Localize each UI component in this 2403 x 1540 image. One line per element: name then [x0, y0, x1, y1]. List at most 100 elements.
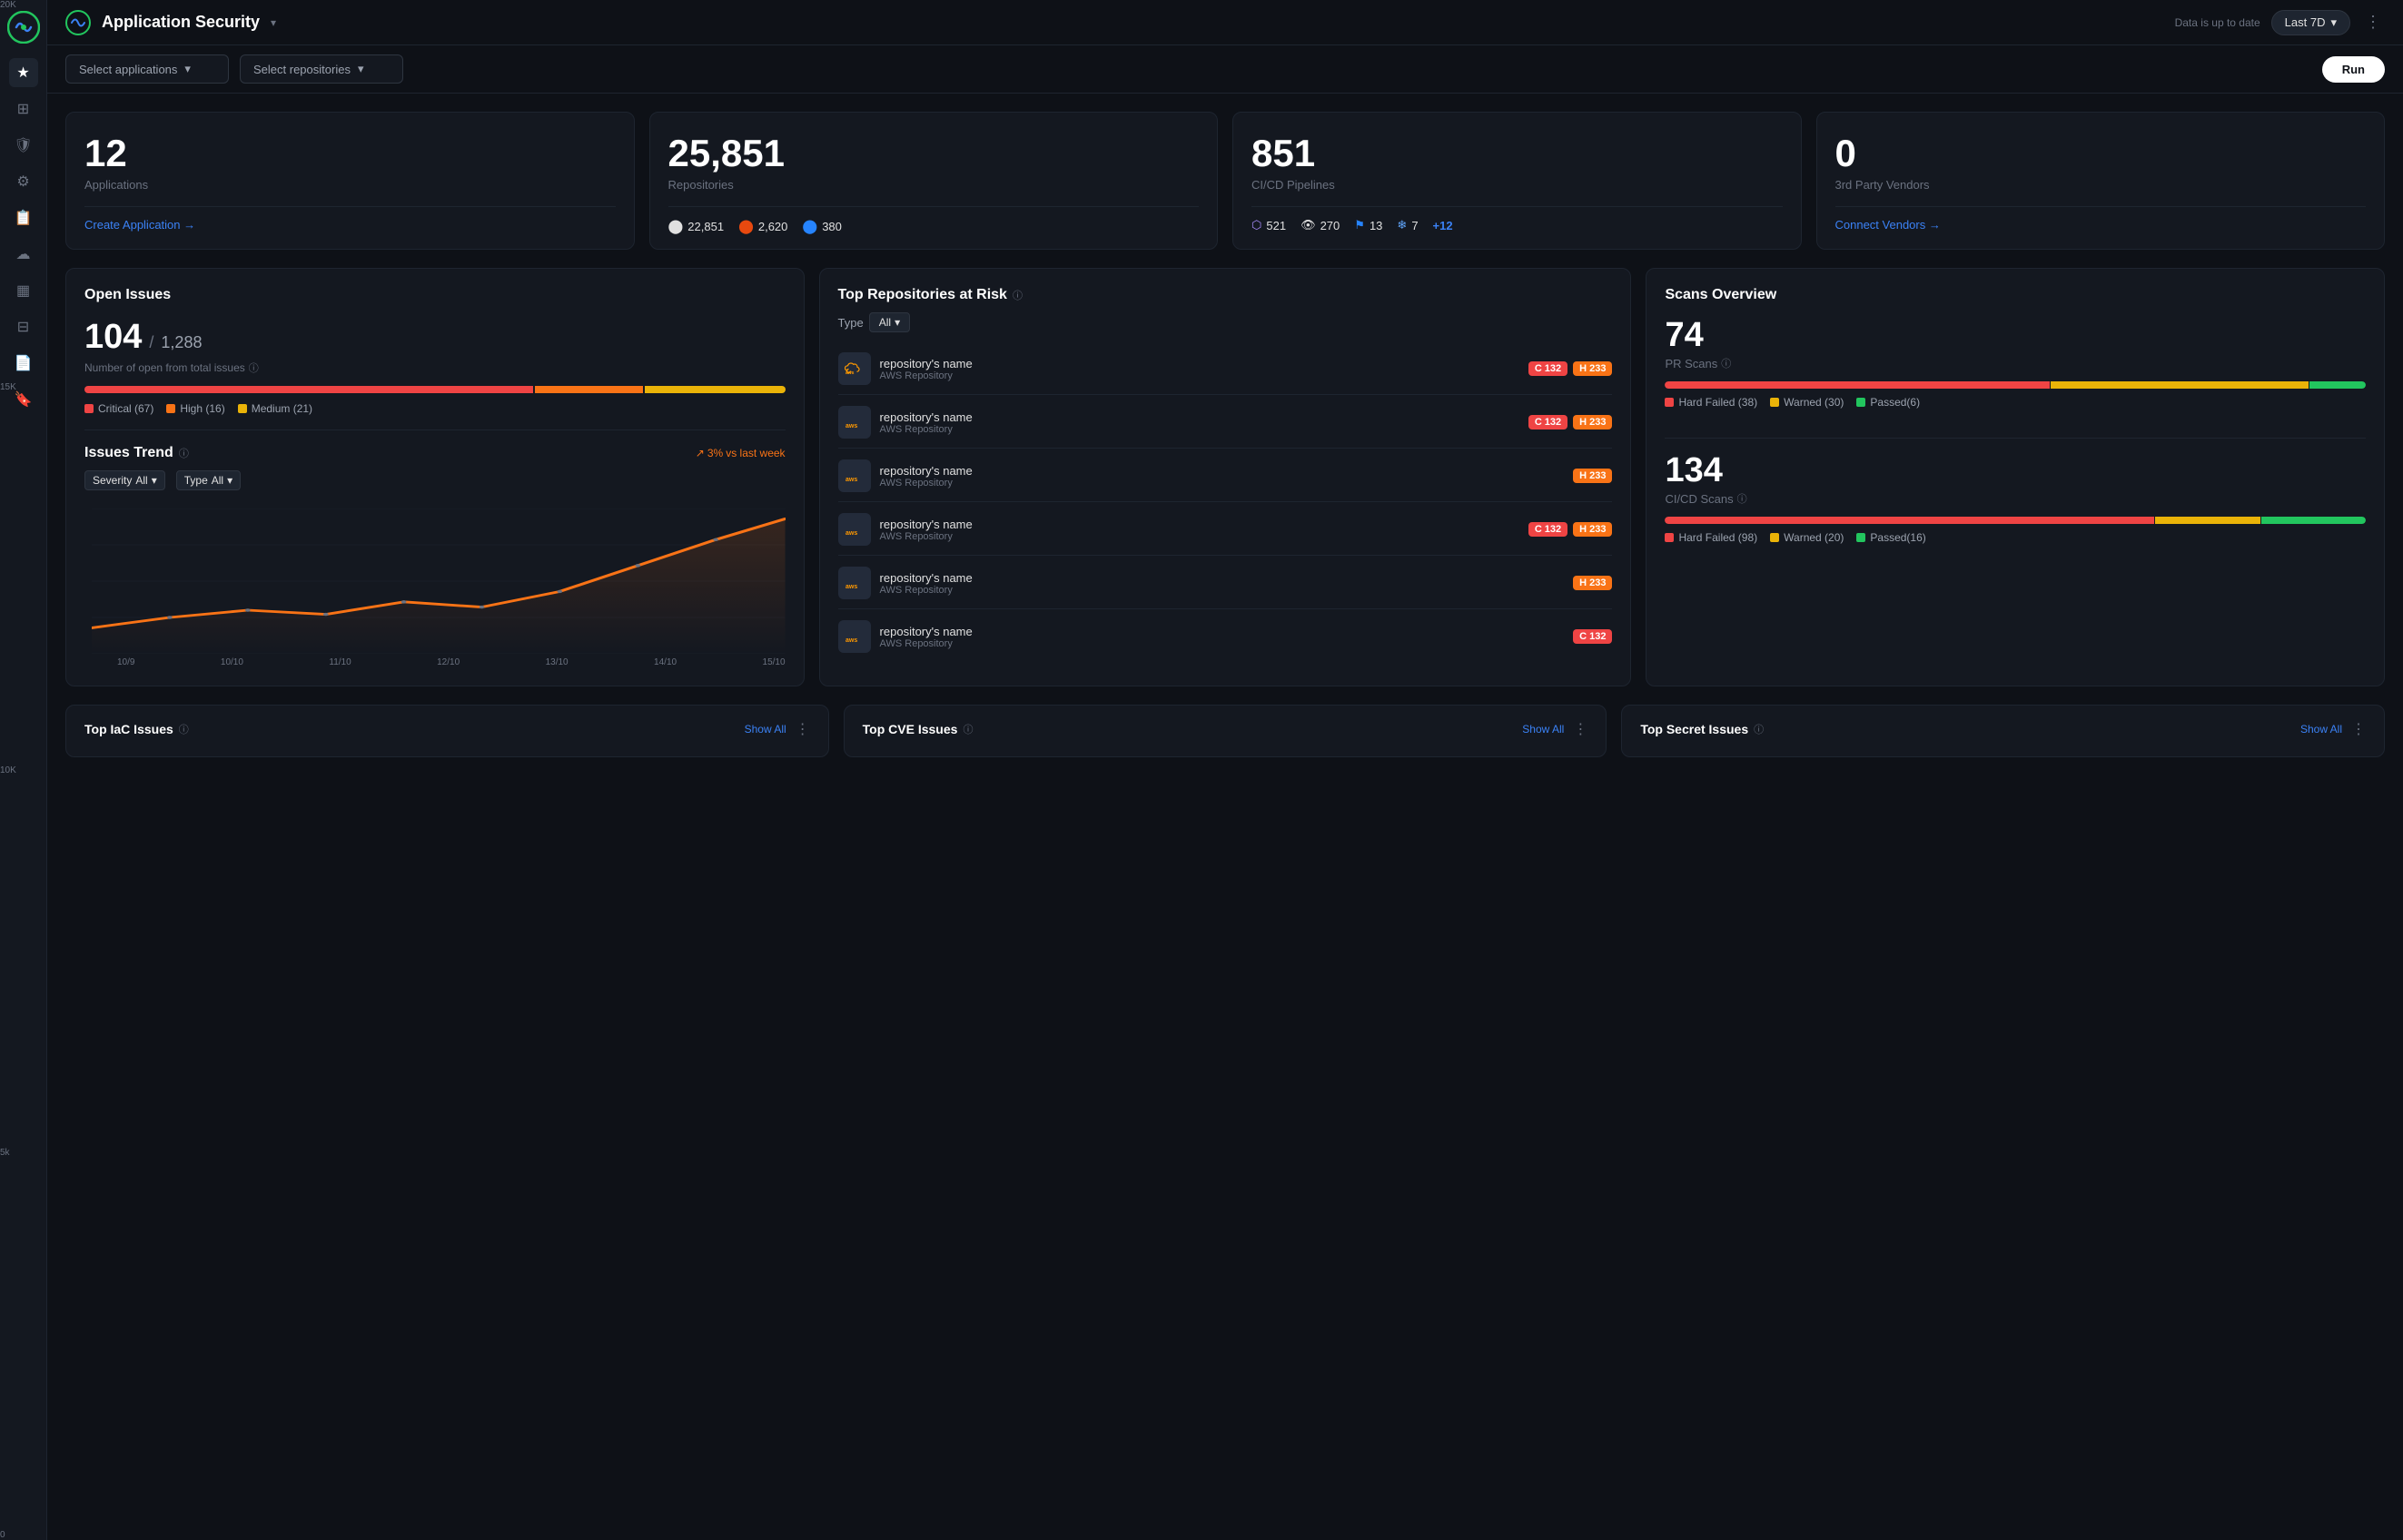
repos-info-icon[interactable]: ⓘ: [1013, 288, 1023, 302]
repos-type-filter: Type All ▾: [838, 312, 1613, 332]
secret-info-icon[interactable]: ⓘ: [1754, 722, 1764, 736]
issues-total: 1,288: [161, 333, 202, 352]
trend-header: Issues Trend ⓘ ↗ 3% vs last week: [84, 445, 786, 461]
repositories-stat-card: 25,851 Repositories ⬤ 22,851 ⬤ 2,620 ⬤ 3…: [649, 112, 1219, 250]
repo-type: AWS Repository: [880, 585, 1565, 596]
applications-label: Applications: [84, 178, 616, 192]
chart-body: 10/9 10/10 11/10 12/10 13/10 14/10 15/10: [84, 501, 786, 667]
header: Application Security ▾ Data is up to dat…: [47, 0, 2403, 45]
pr-label: PR Scans ⓘ: [1665, 356, 2366, 370]
trend-arrow-icon: ↗: [696, 447, 705, 459]
repos-chevron-icon: ▾: [358, 62, 364, 76]
svg-text:aws: aws: [846, 584, 857, 589]
aws-logo: aws: [838, 459, 871, 492]
cicd-snowflake: ❄ 7: [1397, 218, 1418, 232]
dot-passed: [1856, 533, 1865, 542]
title-chevron-icon[interactable]: ▾: [271, 16, 276, 29]
cicd-passed: Passed(16): [1856, 531, 1925, 544]
cicd-count: 851: [1251, 134, 1783, 173]
svg-text:aws: aws: [846, 423, 857, 429]
open-issues-count: 104: [84, 318, 142, 357]
scans-overview-card: Scans Overview 74 PR Scans ⓘ: [1646, 268, 2385, 686]
repo-badges: C 132 H 233: [1528, 522, 1613, 537]
secret-more-icon[interactable]: ⋮: [2351, 720, 2366, 738]
secret-show-all-link[interactable]: Show All: [2300, 723, 2342, 735]
pr-info-icon[interactable]: ⓘ: [1721, 356, 1731, 370]
iac-info-icon[interactable]: ⓘ: [179, 722, 189, 736]
cve-info-icon[interactable]: ⓘ: [963, 722, 973, 736]
repo-info: repository's name AWS Repository: [880, 464, 1565, 489]
table-row: aws repository's name AWS Repository C 1…: [838, 343, 1613, 395]
cicd-plus: +12: [1433, 218, 1453, 232]
mid-section: Open Issues 104 / 1,288 Number of open f…: [65, 268, 2385, 686]
badge-high: H 233: [1573, 469, 1612, 483]
trend-title: Issues Trend: [84, 445, 173, 461]
applications-count: 12: [84, 134, 616, 173]
cicd-eye: 👁 270: [1300, 218, 1340, 232]
aws-logo: aws: [838, 620, 871, 653]
pr-bar: [1665, 381, 2366, 389]
repos-type-btn[interactable]: All ▾: [869, 312, 910, 332]
iac-more-icon[interactable]: ⋮: [796, 720, 810, 738]
severity-bar: [84, 386, 786, 393]
page-title: Application Security: [102, 13, 260, 32]
secret-card-header: Top Secret Issues ⓘ Show All ⋮: [1640, 720, 2366, 738]
cicd-flag: ⚑ 13: [1354, 218, 1382, 232]
bar-high: [535, 386, 642, 393]
stats-row: 12 Applications Create Application → 25,…: [65, 112, 2385, 250]
aws-logo: aws: [838, 406, 871, 439]
dot-critical: [84, 404, 94, 413]
issues-divider: /: [149, 333, 153, 352]
create-application-link[interactable]: Create Application →: [84, 218, 616, 232]
pr-bar-passed: [2309, 381, 2366, 389]
pr-count: 74: [1665, 318, 2366, 352]
select-applications-dropdown[interactable]: Select applications ▾: [65, 54, 229, 84]
table-row: aws repository's name AWS Repository H 2…: [838, 450, 1613, 502]
bitbucket-count: ⬤ 380: [802, 218, 842, 234]
severity-filter[interactable]: Severity All ▾: [84, 470, 165, 490]
select-repos-label: Select repositories: [253, 63, 351, 76]
issues-desc: Number of open from total issues ⓘ: [84, 360, 786, 375]
plus-icon: +12: [1433, 219, 1453, 232]
type-filter[interactable]: Type All ▾: [176, 470, 241, 490]
flag-icon: ⚑: [1354, 218, 1365, 232]
trend-badge: ↗ 3% vs last week: [696, 447, 786, 459]
top-repos-title: Top Repositories at Risk: [838, 287, 1007, 303]
vendors-count: 0: [1835, 134, 2367, 173]
pr-bar-failed: [1665, 381, 2049, 389]
iac-show-all-link[interactable]: Show All: [745, 723, 786, 735]
pr-passed: Passed(6): [1856, 396, 1920, 409]
aws-logo: aws: [838, 513, 871, 546]
gitlab-icon: ⬤: [738, 218, 754, 234]
iac-card-header: Top IaC Issues ⓘ Show All ⋮: [84, 720, 810, 738]
badge-critical: C 132: [1528, 522, 1567, 537]
cve-show-all-link[interactable]: Show All: [1522, 723, 1564, 735]
select-apps-label: Select applications: [79, 63, 177, 76]
scans-title: Scans Overview: [1665, 287, 2366, 303]
time-chevron-icon: ▾: [2330, 15, 2337, 30]
repo-info: repository's name AWS Repository: [880, 518, 1519, 542]
repo-name: repository's name: [880, 410, 1519, 424]
applications-stat-card: 12 Applications Create Application →: [65, 112, 635, 250]
trend-info-icon[interactable]: ⓘ: [179, 446, 189, 460]
repo-badges: H 233: [1573, 469, 1612, 483]
time-range-button[interactable]: Last 7D ▾: [2271, 10, 2350, 35]
repo-info: repository's name AWS Repository: [880, 571, 1565, 596]
chart-svg-area: [92, 508, 786, 654]
connect-vendors-link[interactable]: Connect Vendors →: [1835, 218, 2367, 232]
cicd-info-icon[interactable]: ⓘ: [1737, 491, 1747, 506]
aws-logo: aws: [838, 567, 871, 599]
badge-high: H 233: [1573, 522, 1612, 537]
header-more-button[interactable]: ⋮: [2361, 9, 2385, 35]
dot-failed: [1665, 533, 1674, 542]
repositories-label: Repositories: [668, 178, 1200, 192]
run-button[interactable]: Run: [2322, 56, 2385, 83]
issues-info-icon[interactable]: ⓘ: [249, 360, 259, 375]
cve-more-icon[interactable]: ⋮: [1573, 720, 1587, 738]
repo-type: AWS Repository: [880, 531, 1519, 542]
repo-badges: C 132 H 233: [1528, 361, 1613, 376]
badge-high: H 233: [1573, 576, 1612, 590]
pr-legend: Hard Failed (38) Warned (30) Passed(6): [1665, 396, 2366, 409]
select-repositories-dropdown[interactable]: Select repositories ▾: [240, 54, 403, 84]
gitlab-count: ⬤ 2,620: [738, 218, 787, 234]
